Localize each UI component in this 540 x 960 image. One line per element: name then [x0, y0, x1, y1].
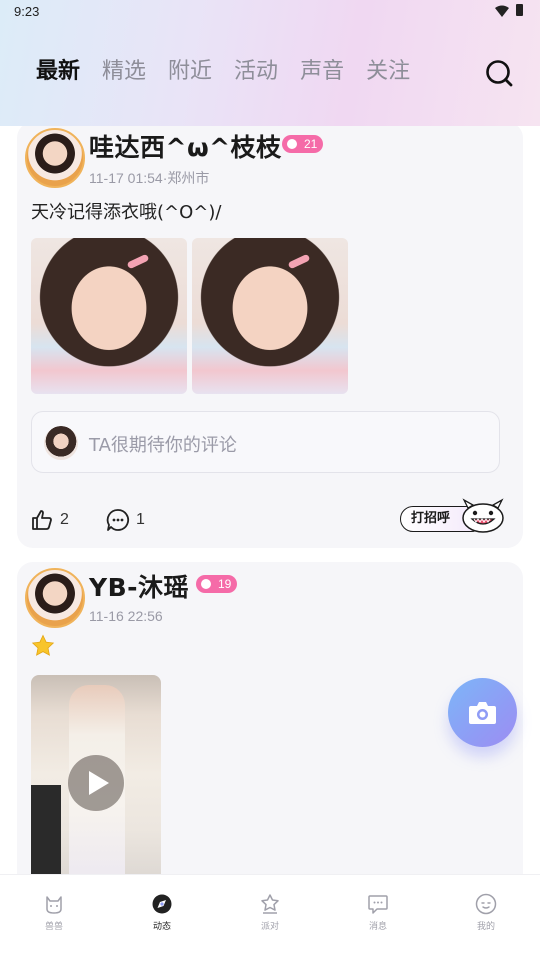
- hairpin: [287, 253, 311, 270]
- compass-icon: [152, 894, 172, 914]
- feed-list[interactable]: 哇达西^ω^枝枝 21 11-17 01:54·郑州市 天冷记得添衣哦(^O^)…: [0, 126, 540, 874]
- comment-icon: [106, 509, 130, 531]
- camera-icon: [469, 702, 496, 724]
- avatar: [44, 426, 78, 460]
- chair: [31, 785, 61, 874]
- message-icon: [368, 895, 388, 914]
- avatar[interactable]: [25, 128, 85, 188]
- nav-item-party[interactable]: 派对: [240, 893, 300, 932]
- battery-icon: [516, 4, 523, 16]
- level-value: 19: [218, 577, 232, 591]
- post-card[interactable]: YB-沐瑶 19 11-16 22:56: [17, 562, 523, 874]
- thumbs-up-icon: [32, 510, 52, 530]
- nav-label: 派对: [260, 922, 279, 932]
- nav-item-messages[interactable]: 消息: [348, 893, 408, 932]
- profile-face-icon: [475, 893, 497, 915]
- camera-button[interactable]: [448, 678, 517, 747]
- nav-label: 消息: [368, 922, 387, 932]
- post-card[interactable]: 哇达西^ω^枝枝 21 11-17 01:54·郑州市 天冷记得添衣哦(^O^)…: [17, 126, 523, 548]
- hairpin: [126, 253, 150, 270]
- nav-item-me[interactable]: 我的: [456, 893, 516, 932]
- comment-placeholder: TA很期待你的评论: [89, 435, 237, 456]
- tab-latest[interactable]: 最新: [36, 56, 80, 88]
- nav-label: 兽兽: [44, 922, 63, 932]
- wifi-icon: [495, 5, 509, 17]
- search-icon[interactable]: [484, 58, 514, 88]
- level-icon: [199, 577, 213, 591]
- play-icon: [89, 771, 109, 795]
- nav-label: 我的: [476, 922, 495, 932]
- comment-input[interactable]: TA很期待你的评论: [31, 411, 500, 473]
- star-emoji: [31, 634, 55, 656]
- comment-button[interactable]: 1: [106, 508, 145, 532]
- post-meta: 11-16 22:56: [89, 608, 163, 624]
- nav-label: 动态: [152, 922, 171, 932]
- level-value: 21: [304, 137, 318, 151]
- cat-face-icon: [46, 896, 62, 914]
- level-badge: 19: [196, 575, 238, 593]
- nav-item-moments[interactable]: 动态: [132, 893, 192, 932]
- comment-count: 1: [136, 511, 145, 528]
- status-time: 9:23: [14, 4, 40, 19]
- username[interactable]: 哇达西^ω^枝枝: [89, 128, 282, 164]
- tab-nearby[interactable]: 附近: [168, 56, 212, 88]
- avatar[interactable]: [25, 568, 85, 628]
- video-thumbnail[interactable]: [31, 675, 161, 874]
- greet-button[interactable]: 打招呼: [400, 498, 508, 533]
- tab-events[interactable]: 活动: [234, 56, 278, 88]
- post-meta: 11-17 01:54·郑州市: [89, 170, 210, 186]
- nav-item-pets[interactable]: 兽兽: [24, 893, 84, 932]
- post-photo[interactable]: [192, 238, 348, 394]
- like-count: 2: [60, 511, 69, 528]
- bottom-nav: 兽兽 动态 派对 消息 我的: [0, 874, 540, 960]
- tab-featured[interactable]: 精选: [102, 56, 146, 88]
- level-badge: 21: [282, 135, 324, 153]
- like-button[interactable]: 2: [30, 508, 69, 532]
- level-icon: [285, 137, 299, 151]
- party-icon: [261, 894, 279, 914]
- play-button[interactable]: [68, 755, 124, 811]
- post-photo[interactable]: [31, 238, 187, 394]
- tab-following[interactable]: 关注: [366, 56, 410, 88]
- feed-tabs: 最新 精选 附近 活动 声音 关注: [36, 56, 432, 88]
- tab-voice[interactable]: 声音: [300, 56, 344, 88]
- post-text: 天冷记得添衣哦(^O^)/: [31, 202, 222, 223]
- mascot-icon: [462, 498, 504, 533]
- status-bar: 9:23: [0, 0, 540, 24]
- username[interactable]: YB-沐瑶: [89, 568, 189, 604]
